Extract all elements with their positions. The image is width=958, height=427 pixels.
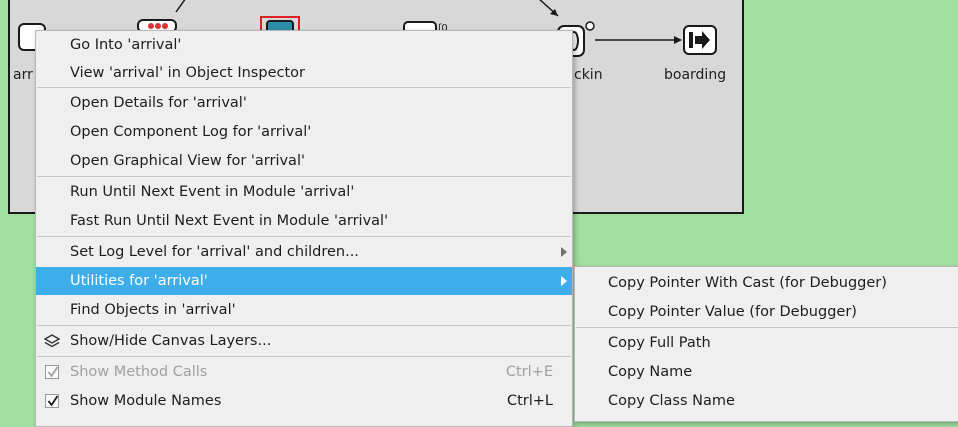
menu-item-set-log-level[interactable]: Set Log Level for 'arrival' and children… bbox=[36, 238, 572, 266]
checkin-module-label: ckin bbox=[574, 67, 603, 83]
menu-item-shortcut: Ctrl+L bbox=[506, 393, 553, 409]
layers-icon bbox=[44, 334, 60, 348]
menu-separator bbox=[576, 327, 958, 328]
menu-item-show-module-names[interactable]: Show Module Names Ctrl+L bbox=[36, 387, 572, 415]
menu-item-fast-run-until-next-event[interactable]: Fast Run Until Next Event in Module 'arr… bbox=[36, 207, 572, 235]
checkbox-checked-icon bbox=[45, 394, 59, 408]
menu-separator bbox=[37, 87, 571, 88]
menu-item-shortcut: Ctrl+E bbox=[505, 364, 553, 380]
arrival-module-label: arr bbox=[13, 67, 33, 83]
menu-item-copy-pointer-value[interactable]: Copy Pointer Value (for Debugger) bbox=[575, 298, 958, 326]
menu-separator bbox=[37, 176, 571, 177]
menu-item-open-component-log[interactable]: Open Component Log for 'arrival' bbox=[36, 118, 572, 146]
menu-item-find-objects[interactable]: Find Objects in 'arrival' bbox=[36, 296, 572, 324]
menu-item-label: Set Log Level for 'arrival' and children… bbox=[70, 244, 359, 260]
menu-separator bbox=[37, 236, 571, 237]
menu-item-copy-full-path[interactable]: Copy Full Path bbox=[575, 329, 958, 357]
context-menu: Go Into 'arrival' View 'arrival' in Obje… bbox=[35, 30, 573, 427]
menu-separator bbox=[37, 325, 571, 326]
menu-item-view-in-inspector[interactable]: View 'arrival' in Object Inspector bbox=[36, 59, 572, 87]
menu-item-go-into[interactable]: Go Into 'arrival' bbox=[36, 31, 572, 59]
checkbox-checked-icon bbox=[45, 365, 59, 379]
menu-item-label: Show Method Calls bbox=[70, 364, 208, 380]
menu-separator bbox=[37, 356, 571, 357]
menu-item-copy-name[interactable]: Copy Name bbox=[575, 358, 958, 386]
submenu-arrow-icon bbox=[561, 247, 567, 257]
menu-item-utilities[interactable]: Utilities for 'arrival' bbox=[36, 267, 572, 295]
menu-item-open-graphical-view[interactable]: Open Graphical View for 'arrival' bbox=[36, 147, 572, 175]
menu-item-run-until-next-event[interactable]: Run Until Next Event in Module 'arrival' bbox=[36, 178, 572, 206]
menu-item-copy-pointer-with-cast[interactable]: Copy Pointer With Cast (for Debugger) bbox=[575, 269, 958, 297]
menu-item-copy-class-name[interactable]: Copy Class Name bbox=[575, 387, 958, 415]
menu-item-open-details[interactable]: Open Details for 'arrival' bbox=[36, 89, 572, 117]
menu-item-label: Show Module Names bbox=[70, 393, 222, 409]
submenu-arrow-icon bbox=[561, 276, 567, 286]
menu-item-label: Show/Hide Canvas Layers... bbox=[70, 333, 272, 349]
utilities-submenu: Copy Pointer With Cast (for Debugger) Co… bbox=[574, 266, 958, 422]
menu-item-label: Utilities for 'arrival' bbox=[70, 273, 208, 289]
menu-item-show-hide-layers[interactable]: Show/Hide Canvas Layers... bbox=[36, 327, 572, 355]
menu-item-show-method-calls[interactable]: Show Method Calls Ctrl+E bbox=[36, 358, 572, 386]
boarding-module-label: boarding bbox=[664, 67, 727, 83]
boarding-module-icon[interactable] bbox=[682, 24, 720, 58]
